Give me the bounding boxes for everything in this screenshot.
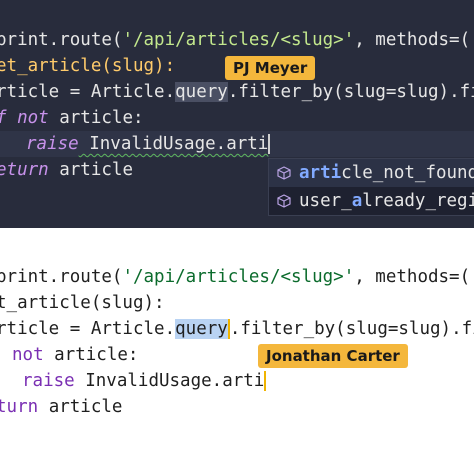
autocomplete-label: user_already_regi (299, 191, 474, 211)
code-line-6[interactable]: turn article (0, 394, 122, 420)
code-line-4[interactable]: f not article: (0, 105, 144, 131)
code-text: article (48, 160, 133, 180)
text-cursor (264, 371, 267, 391)
panel-separator (0, 228, 474, 248)
code-line-5[interactable]: raise InvalidUsage.arti (26, 131, 271, 157)
code-text: .filter_by(slug=slug).fir (229, 319, 474, 339)
autocomplete-label: article_not_found (299, 163, 474, 183)
code-text: print.route( (0, 267, 123, 287)
function-def: t_article(slug): (0, 293, 165, 313)
autocomplete-item[interactable]: article_not_found (269, 159, 474, 187)
code-line-3[interactable]: rticle = Article.query.filter_by(slug=sl… (0, 79, 474, 105)
cube-icon (277, 194, 291, 208)
code-text: article: (43, 345, 139, 365)
code-line-2[interactable]: et_article(slug): (0, 53, 175, 79)
code-line-4[interactable]: not article: (12, 342, 138, 368)
code-text: InvalidUsage.arti (74, 371, 265, 391)
keyword: f not (0, 108, 49, 128)
keyword: raise (26, 134, 79, 154)
selected-word: query (175, 82, 228, 102)
selected-word: query (175, 319, 228, 339)
dark-editor-panel: print.route('/api/articles/<slug>', meth… (0, 0, 474, 228)
keyword: turn (0, 397, 39, 417)
cube-icon (277, 166, 291, 180)
text-cursor (268, 134, 271, 154)
code-text: rticle = Article. (0, 82, 176, 102)
code-text: .filter_by(slug=slug).fi (227, 82, 474, 102)
light-editor-panel: print.route('/api/articles/<slug>', meth… (0, 248, 474, 474)
code-text: article: (48, 108, 144, 128)
autocomplete-popup: article_not_found user_already_regi (268, 158, 474, 216)
code-text: article (38, 397, 123, 417)
keyword: not (12, 345, 44, 365)
code-text: rticle = Article. (0, 319, 176, 339)
collaborator-tag: Jonathan Carter (258, 344, 408, 368)
code-line-3[interactable]: rticle = Article.query.filter_by(slug=sl… (0, 316, 474, 342)
function-def: et_article(slug): (0, 56, 176, 76)
code-line-2[interactable]: t_article(slug): (0, 290, 165, 316)
code-text: InvalidUsage.arti (78, 134, 269, 154)
code-line-6[interactable]: eturn article (0, 157, 133, 183)
string-literal: '/api/articles/<slug>' (122, 30, 355, 50)
keyword: raise (22, 371, 75, 391)
keyword: eturn (0, 160, 49, 180)
code-line-1[interactable]: print.route('/api/articles/<slug>', meth… (0, 264, 474, 290)
code-line-1[interactable]: print.route('/api/articles/<slug>', meth… (0, 27, 470, 53)
autocomplete-item[interactable]: user_already_regi (269, 187, 474, 215)
code-line-5[interactable]: raise InvalidUsage.arti (22, 368, 267, 394)
string-literal: '/api/articles/<slug>' (122, 267, 355, 287)
code-text: , methods=('G (354, 267, 474, 287)
code-text: print.route( (0, 30, 123, 50)
code-text: , methods=( (354, 30, 471, 50)
collaborator-tag: PJ Meyer (225, 56, 316, 80)
